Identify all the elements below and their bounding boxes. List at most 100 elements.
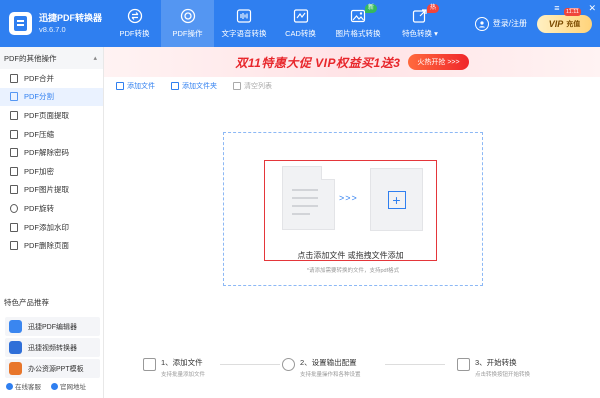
drop-hint: *请添加需要转换的文件，支持pdf格式 <box>306 268 400 274</box>
add-file-target[interactable]: + <box>370 168 423 231</box>
minimize-icon[interactable]: — <box>569 3 578 14</box>
featured-ppt-templates[interactable]: 办公资源PPT模板 <box>5 359 100 378</box>
target-icon <box>180 8 196 24</box>
convert-icon <box>457 358 470 371</box>
add-folder-button[interactable]: 添加文件夹 <box>171 81 217 91</box>
window-controls: ≡ — ✕ <box>554 3 596 14</box>
step-subtitle: 点击转换按钮开始转换 <box>475 372 531 378</box>
add-step-icon <box>143 358 156 371</box>
promo-banner[interactable]: 双11特惠大促 VIP权益买1送3 火热开抢 >>> <box>104 47 600 77</box>
tab-cad-convert[interactable]: CAD转换 <box>274 0 327 47</box>
official-site-link[interactable]: 官网地址 <box>51 381 86 391</box>
tab-pdf-operate[interactable]: PDF操作 <box>161 0 214 47</box>
sidebar-item-split[interactable]: PDF分割 <box>0 87 103 107</box>
swap-icon <box>127 8 143 24</box>
tab-pdf-convert[interactable]: PDF转换 <box>108 0 161 47</box>
sidebar-item-unlock[interactable]: PDF解除密码 <box>0 143 103 162</box>
step-subtitle: 支持批量添加文件 <box>161 372 206 378</box>
top-header: 迅捷PDF转换器 v8.6.7.0 PDF转换 PDF操作 文字语音转换 CAD… <box>0 0 600 47</box>
sidebar-item-extract-pages[interactable]: PDF页面提取 <box>0 106 103 125</box>
step-settings: 2、设置输出配置 支持批量操作和各种设置 <box>282 357 361 378</box>
sidebar-item-rotate[interactable]: PDF旋转 <box>0 199 103 218</box>
sidebar-item-label: PDF分割 <box>24 92 54 102</box>
tab-label: CAD转换 <box>285 29 316 38</box>
featured-label: 办公资源PPT模板 <box>28 365 84 373</box>
promo-text: 双11特惠大促 VIP权益买1送3 <box>235 55 401 70</box>
clear-list-label: 清空列表 <box>244 83 272 90</box>
add-file-label: 添加文件 <box>127 83 155 90</box>
tab-special-convert[interactable]: 热 特色转换 ▾ <box>389 0 451 47</box>
sidebar-footer: 在线客服 官网地址 <box>6 381 86 391</box>
video-converter-icon <box>9 341 22 354</box>
hot-badge: 热 <box>426 4 439 13</box>
tab-label: 图片格式转换 <box>335 29 381 38</box>
online-service-label: 在线客服 <box>15 384 41 391</box>
promo-button[interactable]: 火热开抢 >>> <box>408 54 469 70</box>
compress-icon <box>10 129 18 139</box>
step-title: 2、设置输出配置 <box>300 358 357 367</box>
login-label: 登录/注册 <box>492 19 527 28</box>
tab-label: 文字语音转换 <box>221 29 267 38</box>
vip-label: VIP <box>548 18 564 29</box>
vip-recharge-button[interactable]: 11.11 VIP 充值 <box>537 7 592 33</box>
merge-icon <box>10 73 18 83</box>
share-icon <box>412 8 428 24</box>
app-logo-icon <box>9 12 32 35</box>
sidebar-title: PDF的其他操作 <box>4 53 57 63</box>
unlock-icon <box>10 148 18 158</box>
cad-icon <box>293 8 309 24</box>
globe-icon <box>51 382 58 390</box>
watermark-icon <box>10 222 18 232</box>
sidebar-item-label: PDF合并 <box>24 73 54 83</box>
step-start: 3、开始转换 点击转换按钮开始转换 <box>457 357 530 378</box>
image-icon <box>350 8 366 24</box>
sidebar-item-label: PDF压缩 <box>24 129 54 139</box>
sidebar-item-label: PDF图片提取 <box>24 185 69 195</box>
featured-pdf-editor[interactable]: 迅捷PDF编辑器 <box>5 317 100 336</box>
sidebar-item-watermark[interactable]: PDF添加水印 <box>0 218 103 237</box>
step-connector <box>385 364 445 365</box>
step-subtitle: 支持批量操作和各种设置 <box>300 372 361 378</box>
main-nav: PDF转换 PDF操作 文字语音转换 CAD转换 新 图片格式转换 热 特色转换… <box>108 0 451 47</box>
add-file-button[interactable]: 添加文件 <box>116 81 155 91</box>
trash-icon <box>233 82 241 90</box>
tab-text-speech[interactable]: 文字语音转换 <box>214 0 274 47</box>
tab-label: 特色转换 ▾ <box>402 29 438 38</box>
clear-list-button[interactable]: 清空列表 <box>233 81 272 91</box>
chevron-up-icon: ▴ <box>93 55 97 62</box>
drop-instruction: 点击添加文件 或拖拽文件添加 <box>297 251 404 260</box>
sidebar-item-label: PDF添加水印 <box>24 222 69 232</box>
app-window: 迅捷PDF转换器 v8.6.7.0 PDF转换 PDF操作 文字语音转换 CAD… <box>0 0 600 398</box>
split-icon <box>10 92 18 102</box>
sidebar-item-encrypt[interactable]: PDF加密 <box>0 162 103 181</box>
add-folder-label: 添加文件夹 <box>182 83 217 90</box>
featured-video-converter[interactable]: 迅捷视频转换器 <box>5 338 100 357</box>
login-button[interactable]: 登录/注册 <box>474 16 527 31</box>
plus-icon: + <box>387 190 406 209</box>
arrows-icon: >>> <box>339 193 358 203</box>
step-title: 3、开始转换 <box>475 358 517 367</box>
sidebar-item-merge[interactable]: PDF合并 <box>0 69 103 88</box>
file-toolbar: 添加文件 添加文件夹 清空列表 <box>104 77 600 95</box>
sidebar-item-label: PDF旋转 <box>24 203 54 213</box>
featured-label: 迅捷PDF编辑器 <box>28 323 77 331</box>
lock-icon <box>10 166 18 176</box>
tab-image-format[interactable]: 新 图片格式转换 <box>327 0 389 47</box>
sidebar-header[interactable]: PDF的其他操作 ▴ <box>0 47 103 69</box>
sidebar-item-extract-images[interactable]: PDF图片提取 <box>0 181 103 200</box>
sidebar-item-compress[interactable]: PDF压缩 <box>0 125 103 144</box>
ppt-template-icon <box>9 362 22 375</box>
headset-icon <box>6 382 13 390</box>
sidebar: PDF的其他操作 ▴ PDF合并 PDF分割 PDF页面提取 PDF压缩 PDF… <box>0 47 104 398</box>
step-title: 1、添加文件 <box>161 358 203 367</box>
online-service-link[interactable]: 在线客服 <box>6 381 41 391</box>
menu-icon[interactable]: ≡ <box>554 3 559 14</box>
sidebar-item-delete-pages[interactable]: PDF删除页面 <box>0 236 103 255</box>
document-icon <box>282 166 335 230</box>
close-icon[interactable]: ✕ <box>588 3 596 14</box>
folder-icon <box>171 82 179 90</box>
step-add-file: 1、添加文件 支持批量添加文件 <box>143 357 205 378</box>
audio-wave-icon <box>236 8 252 24</box>
tab-label: PDF操作 <box>172 29 203 38</box>
delete-page-icon <box>10 241 18 251</box>
